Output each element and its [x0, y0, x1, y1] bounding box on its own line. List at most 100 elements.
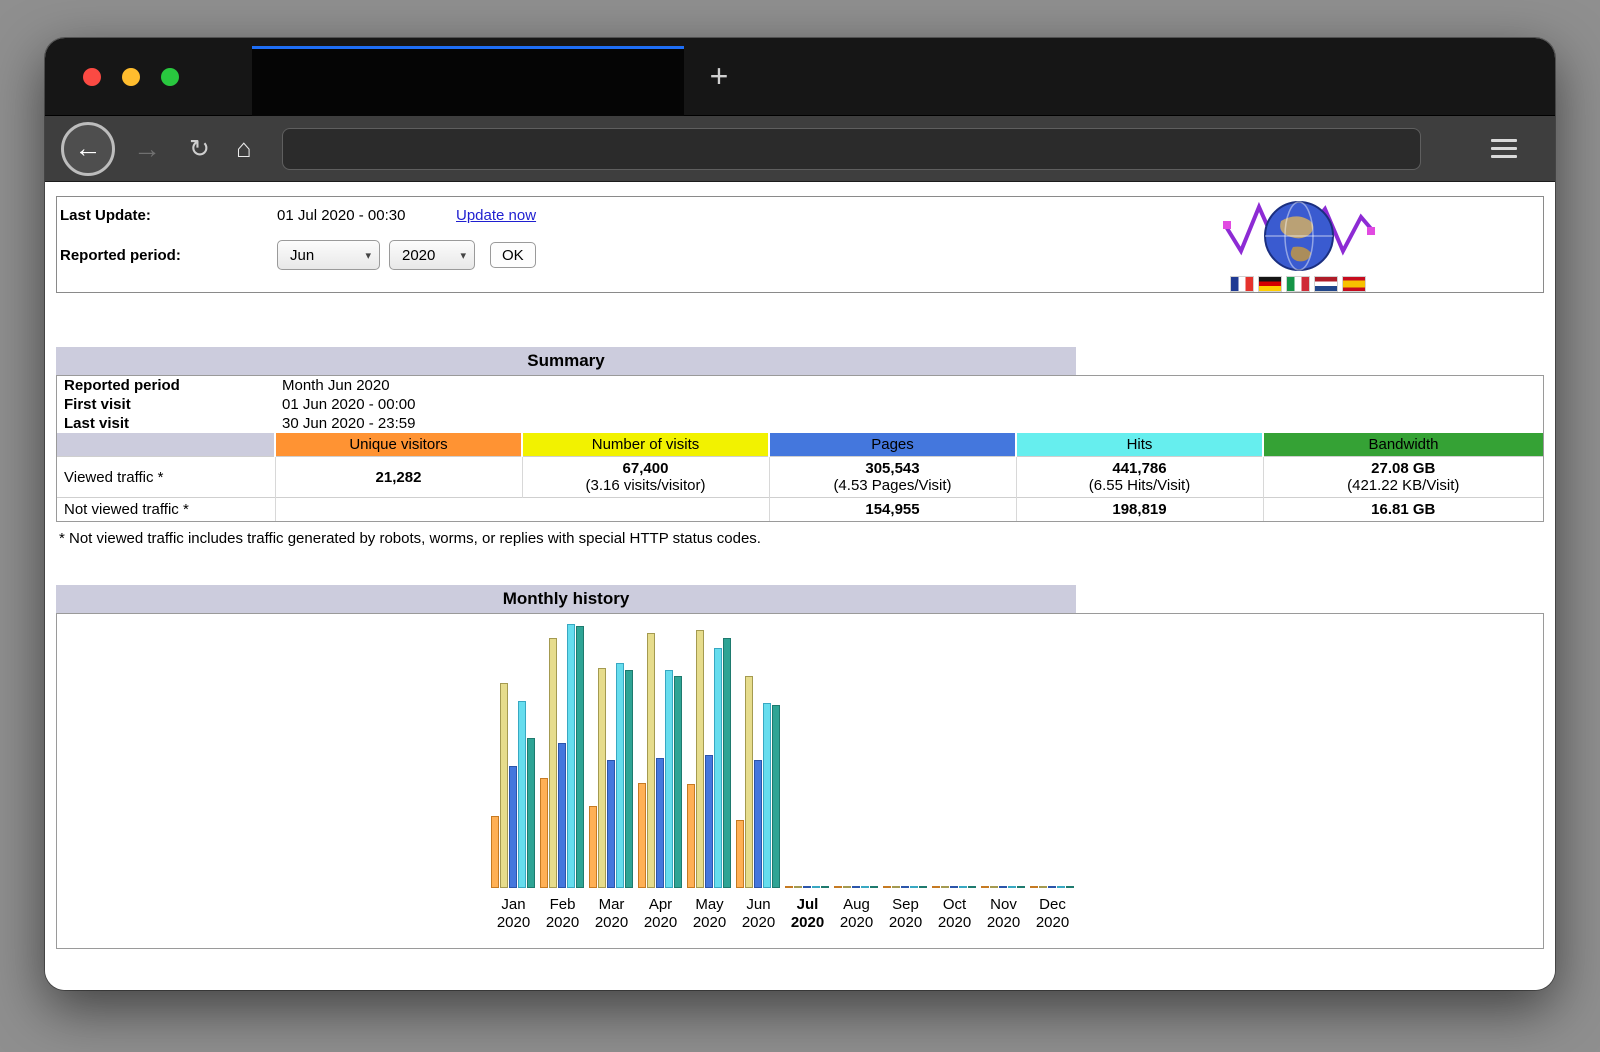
bar-number-of-visits-jan-2020 — [500, 683, 508, 888]
bar-pages-mar-2020 — [607, 760, 615, 888]
bar-number-of-visits-jun-2020 — [745, 676, 753, 888]
bar-bandwidth-oct-2020 — [968, 886, 976, 888]
flag-it[interactable] — [1287, 277, 1309, 291]
browser-window: + ← → ↻ ⌂ Last Update: 01 Jul 2020 - 00:… — [45, 38, 1555, 990]
month-label-feb-2020: Feb2020 — [538, 896, 587, 932]
bar-bandwidth-jun-2020 — [772, 705, 780, 888]
summary-table: Reported period Month Jun 2020 First vis… — [57, 376, 1543, 521]
chevron-down-icon: ▾ — [365, 249, 371, 262]
close-window-button[interactable] — [83, 68, 101, 86]
month-select[interactable]: Jun ▾ — [277, 240, 380, 270]
summary-section-title: Summary — [56, 347, 1076, 375]
not-viewed-footnote: * Not viewed traffic includes traffic ge… — [59, 530, 1544, 547]
home-icon: ⌂ — [236, 133, 252, 163]
bar-unique-visitors-jul-2020 — [785, 886, 793, 888]
bar-unique-visitors-aug-2020 — [834, 886, 842, 888]
bar-number-of-visits-nov-2020 — [990, 886, 998, 888]
bar-pages-dec-2020 — [1048, 886, 1056, 888]
bar-pages-jun-2020 — [754, 760, 762, 888]
col-bandwidth: Bandwidth — [1263, 433, 1543, 457]
bar-number-of-visits-sep-2020 — [892, 886, 900, 888]
monthly-history-section-title: Monthly history — [56, 585, 1076, 613]
bar-group-oct-2020 — [930, 616, 979, 888]
summary-table-wrap: Reported period Month Jun 2020 First vis… — [56, 375, 1544, 522]
navigation-toolbar: ← → ↻ ⌂ — [45, 116, 1555, 182]
bar-number-of-visits-aug-2020 — [843, 886, 851, 888]
col-hits: Hits — [1016, 433, 1263, 457]
back-button[interactable]: ← — [61, 122, 115, 176]
bar-number-of-visits-oct-2020 — [941, 886, 949, 888]
bar-unique-visitors-mar-2020 — [589, 806, 597, 888]
menu-button[interactable] — [1491, 139, 1517, 158]
bar-hits-may-2020 — [714, 648, 722, 888]
awstats-logo-block — [1223, 199, 1381, 291]
minimize-window-button[interactable] — [122, 68, 140, 86]
bar-unique-visitors-apr-2020 — [638, 783, 646, 888]
update-now-link[interactable]: Update now — [456, 207, 536, 224]
bar-pages-jul-2020 — [803, 886, 811, 888]
flag-es[interactable] — [1343, 277, 1365, 291]
forward-button[interactable]: → — [133, 133, 161, 165]
year-select[interactable]: 2020 ▾ — [389, 240, 475, 270]
tab-bar: + — [45, 38, 1555, 116]
bar-bandwidth-jan-2020 — [527, 738, 535, 888]
month-label-mar-2020: Mar2020 — [587, 896, 636, 932]
reload-button[interactable]: ↻ — [189, 134, 210, 164]
bar-unique-visitors-sep-2020 — [883, 886, 891, 888]
flag-fr[interactable] — [1231, 277, 1253, 291]
not-viewed-traffic-row: Not viewed traffic * 154,955 198,819 16.… — [57, 498, 1543, 522]
flag-nl[interactable] — [1315, 277, 1337, 291]
chart-bars — [489, 616, 1543, 888]
reload-icon: ↻ — [189, 135, 210, 163]
bar-pages-oct-2020 — [950, 886, 958, 888]
bar-number-of-visits-jul-2020 — [794, 886, 802, 888]
spacer-cell — [57, 433, 275, 457]
bar-unique-visitors-feb-2020 — [540, 778, 548, 888]
bar-bandwidth-apr-2020 — [674, 676, 682, 888]
bar-unique-visitors-oct-2020 — [932, 886, 940, 888]
chart-labels: Jan2020Feb2020Mar2020Apr2020May2020Jun20… — [489, 896, 1543, 932]
table-row: Last visit 30 Jun 2020 - 23:59 — [57, 414, 1543, 433]
col-number-of-visits: Number of visits — [522, 433, 769, 457]
bar-pages-may-2020 — [705, 755, 713, 888]
new-tab-button[interactable]: + — [693, 38, 745, 115]
flag-de[interactable] — [1259, 277, 1281, 291]
bar-hits-nov-2020 — [1008, 886, 1016, 888]
col-unique-visitors: Unique visitors — [275, 433, 522, 457]
bar-unique-visitors-dec-2020 — [1030, 886, 1038, 888]
bar-number-of-visits-feb-2020 — [549, 638, 557, 888]
chevron-down-icon: ▾ — [460, 249, 466, 262]
zoom-window-button[interactable] — [161, 68, 179, 86]
bar-number-of-visits-may-2020 — [696, 630, 704, 888]
bar-unique-visitors-jan-2020 — [491, 816, 499, 888]
bar-bandwidth-mar-2020 — [625, 670, 633, 888]
bar-pages-apr-2020 — [656, 758, 664, 888]
bar-group-dec-2020 — [1028, 616, 1077, 888]
page-content: Last Update: 01 Jul 2020 - 00:30 Update … — [45, 182, 1555, 990]
viewed-traffic-row: Viewed traffic * 21,282 67,400 (3.16 vis… — [57, 457, 1543, 498]
month-label-oct-2020: Oct2020 — [930, 896, 979, 932]
address-bar[interactable] — [282, 128, 1421, 170]
home-button[interactable]: ⌂ — [236, 133, 252, 164]
bar-bandwidth-dec-2020 — [1066, 886, 1074, 888]
bar-group-may-2020 — [685, 616, 734, 888]
bar-bandwidth-feb-2020 — [576, 626, 584, 888]
bar-bandwidth-jul-2020 — [821, 886, 829, 888]
ok-button[interactable]: OK — [490, 242, 536, 268]
bar-pages-sep-2020 — [901, 886, 909, 888]
bar-pages-nov-2020 — [999, 886, 1007, 888]
awstats-logo — [1223, 199, 1375, 271]
month-label-jun-2020: Jun2020 — [734, 896, 783, 932]
month-label-jul-2020: Jul2020 — [783, 896, 832, 932]
bar-hits-dec-2020 — [1057, 886, 1065, 888]
active-tab[interactable] — [252, 46, 684, 116]
bar-hits-aug-2020 — [861, 886, 869, 888]
bar-unique-visitors-nov-2020 — [981, 886, 989, 888]
back-arrow-icon: ← — [75, 133, 102, 164]
bar-bandwidth-sep-2020 — [919, 886, 927, 888]
last-update-label: Last Update: — [60, 207, 277, 224]
month-label-sep-2020: Sep2020 — [881, 896, 930, 932]
bar-unique-visitors-jun-2020 — [736, 820, 744, 888]
bar-bandwidth-nov-2020 — [1017, 886, 1025, 888]
language-flags — [1231, 277, 1381, 291]
